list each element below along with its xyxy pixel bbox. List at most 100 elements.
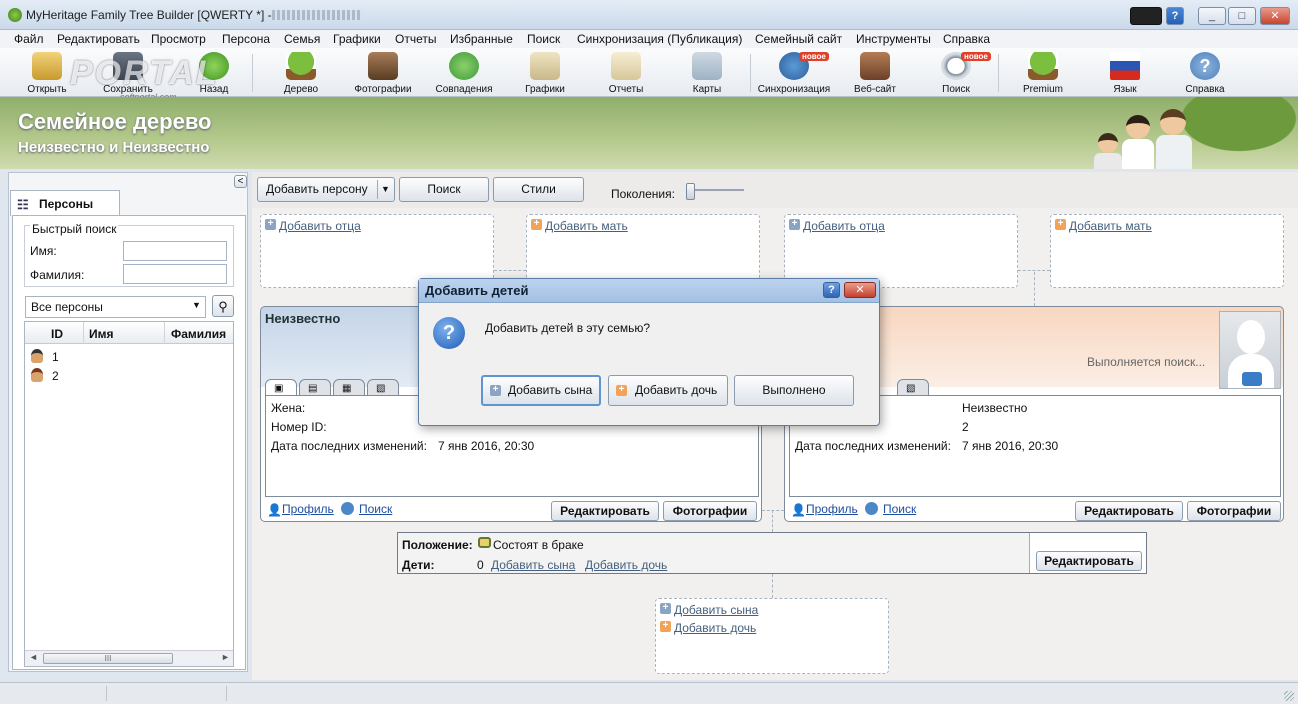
help-window-button[interactable]: ? xyxy=(1166,7,1184,25)
back-arrow-icon xyxy=(199,52,229,80)
photos-button[interactable]: Фотографии xyxy=(1187,501,1281,521)
tab-person-photos[interactable]: ▦ xyxy=(333,379,365,395)
dialog-add-daughter-button[interactable]: + Добавить дочь xyxy=(608,375,728,406)
column-first-name[interactable]: Имя xyxy=(89,327,114,341)
new-badge: новое xyxy=(961,52,991,61)
menu-file[interactable]: Файл xyxy=(14,32,44,46)
filter-search-button[interactable]: ⚲ xyxy=(212,295,234,317)
add-daughter-link[interactable]: Добавить дочь xyxy=(674,621,756,635)
edit-button[interactable]: Редактировать xyxy=(551,501,659,521)
notes-icon: ▧ xyxy=(376,383,386,394)
column-last-name[interactable]: Фамилия xyxy=(171,327,226,341)
toolbar-back-button[interactable]: Назад xyxy=(177,50,251,96)
toolbar-maps-button[interactable]: Карты xyxy=(670,50,744,96)
persons-filter-select[interactable]: Все персоны ▼ xyxy=(25,296,206,318)
last-name-input[interactable] xyxy=(123,264,227,284)
tab-persons[interactable]: ☷ Персоны xyxy=(10,190,120,216)
avatar[interactable] xyxy=(1219,311,1281,389)
minimize-button[interactable]: _ xyxy=(1198,7,1226,25)
menu-family-site[interactable]: Семейный сайт xyxy=(755,32,842,46)
children-count: 0 xyxy=(477,558,484,572)
banner-subtitle: Неизвестно и Неизвестно xyxy=(18,139,210,156)
toolbar-tree-button[interactable]: Дерево xyxy=(264,50,338,96)
persons-list-icon: ☷ xyxy=(17,197,29,212)
dialog-done-button[interactable]: Выполнено xyxy=(734,375,854,406)
search-button[interactable]: Поиск xyxy=(399,177,489,202)
column-id[interactable]: ID xyxy=(51,327,63,341)
search-link[interactable]: Поиск xyxy=(883,502,916,516)
changed-label: Дата последних изменений: xyxy=(271,439,427,453)
menu-charts[interactable]: Графики xyxy=(333,32,381,46)
scroll-right-icon[interactable]: ► xyxy=(221,652,230,662)
toolbar-premium-button[interactable]: Premium xyxy=(1006,50,1080,96)
plus-icon: + xyxy=(1055,219,1066,230)
styles-button[interactable]: Стили xyxy=(493,177,584,202)
collapse-panel-button[interactable]: < xyxy=(234,175,247,188)
menu-person[interactable]: Персона xyxy=(222,32,270,46)
toolbar-language-button[interactable]: Язык xyxy=(1088,50,1162,96)
search-link[interactable]: Поиск xyxy=(359,502,392,516)
generations-slider-thumb[interactable] xyxy=(686,183,695,200)
add-mother-link[interactable]: Добавить мать xyxy=(1069,219,1152,233)
toolbar-reports-button[interactable]: Отчеты xyxy=(589,50,663,96)
add-father-link[interactable]: Добавить отца xyxy=(279,219,361,233)
title-bar: MyHeritage Family Tree Builder [QWERTY *… xyxy=(0,0,1298,30)
menu-sync[interactable]: Синхронизация (Публикация) xyxy=(577,32,742,46)
add-son-link[interactable]: Добавить сына xyxy=(674,603,758,617)
add-mother-link[interactable]: Добавить мать xyxy=(545,219,628,233)
connector-line xyxy=(772,510,773,532)
add-father-link[interactable]: Добавить отца xyxy=(803,219,885,233)
toolbar-sync-button[interactable]: новое Синхронизация xyxy=(757,50,831,96)
toolbar-photos-button[interactable]: Фотографии xyxy=(346,50,420,96)
tab-person-notes[interactable]: ▧ xyxy=(367,379,399,395)
toolbar-matches-button[interactable]: Совпадения xyxy=(427,50,501,96)
profile-link[interactable]: Профиль xyxy=(806,502,858,516)
close-button[interactable]: ✕ xyxy=(1260,7,1290,25)
maximize-button[interactable]: □ xyxy=(1228,7,1256,25)
dialog-close-button[interactable]: ✕ xyxy=(844,282,876,298)
horizontal-scrollbar[interactable]: ◄ III ► xyxy=(25,650,233,666)
menu-reports[interactable]: Отчеты xyxy=(395,32,436,46)
tab-person-facts[interactable]: ▤ xyxy=(299,379,331,395)
table-row[interactable]: 1 xyxy=(25,348,233,366)
menu-tools[interactable]: Инструменты xyxy=(856,32,931,46)
dialog-help-button[interactable]: ? xyxy=(823,282,840,298)
first-name-label: Имя: xyxy=(30,244,57,258)
save-icon xyxy=(113,52,143,80)
toolbar-save-button[interactable]: Сохранить xyxy=(91,50,165,96)
toolbar-charts-button[interactable]: Графики xyxy=(508,50,582,96)
resize-grip-icon[interactable] xyxy=(1284,691,1294,701)
menu-search[interactable]: Поиск xyxy=(527,32,560,46)
toolbar-open-button[interactable]: Открыть xyxy=(10,50,84,96)
menu-family[interactable]: Семья xyxy=(284,32,320,46)
add-person-button[interactable]: Добавить персону ▼ xyxy=(257,177,395,202)
toolbar-help-button[interactable]: ? Справка xyxy=(1168,50,1242,96)
table-row[interactable]: 2 xyxy=(25,367,233,385)
children-label: Дети: xyxy=(402,558,435,572)
toolbar-website-button[interactable]: Веб-сайт xyxy=(838,50,912,96)
menu-favorites[interactable]: Избранные xyxy=(450,32,513,46)
keyboard-icon[interactable] xyxy=(1130,7,1162,25)
family-edit-button[interactable]: Редактировать xyxy=(1036,551,1142,571)
chevron-down-icon: ▼ xyxy=(192,300,201,310)
edit-button[interactable]: Редактировать xyxy=(1075,501,1183,521)
tab-person-info[interactable]: ▣ xyxy=(265,379,297,395)
camera-icon[interactable] xyxy=(1242,372,1262,386)
add-son-link[interactable]: Добавить сына xyxy=(491,558,575,572)
add-daughter-link[interactable]: Добавить дочь xyxy=(585,558,667,572)
menu-help[interactable]: Справка xyxy=(943,32,990,46)
scroll-left-icon[interactable]: ◄ xyxy=(29,652,38,662)
menu-view[interactable]: Просмотр xyxy=(151,32,206,46)
plus-icon: + xyxy=(660,603,671,614)
profile-link[interactable]: Профиль xyxy=(282,502,334,516)
first-name-input[interactable] xyxy=(123,241,227,261)
menu-edit[interactable]: Редактировать xyxy=(57,32,140,46)
chevron-down-icon[interactable]: ▼ xyxy=(381,178,390,200)
tab-person-notes[interactable]: ▧ xyxy=(897,379,929,395)
male-person-icon xyxy=(31,349,43,363)
search-icon xyxy=(341,502,354,515)
toolbar-search-button[interactable]: новое Поиск xyxy=(919,50,993,96)
dialog-add-son-button[interactable]: + Добавить сына xyxy=(481,375,601,406)
scroll-thumb[interactable]: III xyxy=(43,653,173,664)
photos-button[interactable]: Фотографии xyxy=(663,501,757,521)
